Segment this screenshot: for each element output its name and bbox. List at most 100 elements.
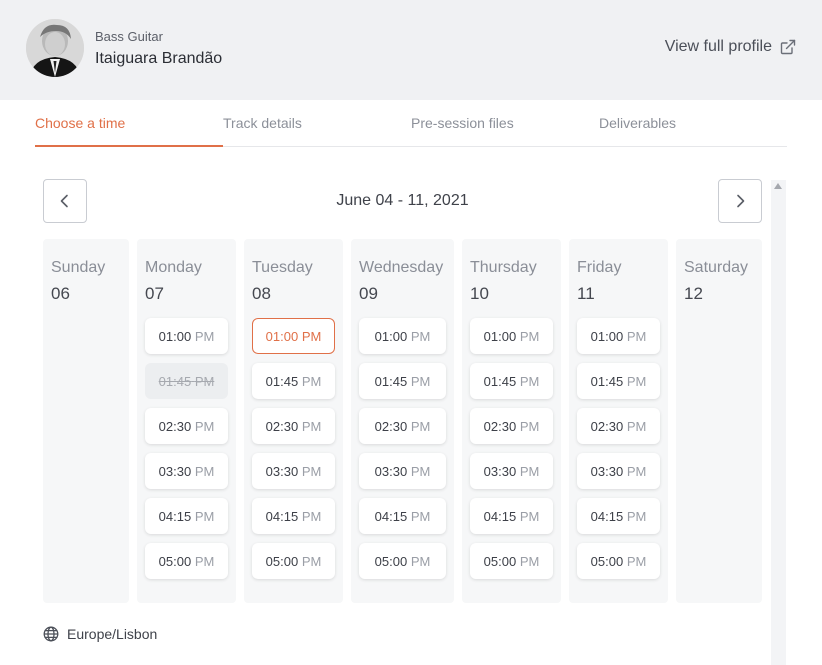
time-slot[interactable]: 05:00 PM xyxy=(470,543,553,579)
slot-time: 03:30 xyxy=(158,463,192,479)
slot-ampm: PM xyxy=(301,553,322,569)
slot-time: 03:30 xyxy=(265,463,299,479)
time-slot[interactable]: 03:30 PM xyxy=(470,453,553,489)
active-tab-indicator xyxy=(35,145,223,147)
slot-time: 05:00 xyxy=(158,553,192,569)
tab-track-details[interactable]: Track details xyxy=(223,115,302,131)
chevron-left-icon xyxy=(60,194,68,208)
slot-ampm: PM xyxy=(194,418,215,434)
slot-time: 01:45 xyxy=(374,373,408,389)
time-slot[interactable]: 02:30 PM xyxy=(359,408,446,444)
day-column-monday: Monday 07 01:00 PM 01:45 PM 02:30 PM 03:30 PM… xyxy=(137,239,236,603)
day-date: 06 xyxy=(51,284,70,303)
slot-ampm: PM xyxy=(519,328,540,344)
time-slot[interactable]: 01:00 PM xyxy=(470,318,553,354)
time-slot[interactable]: 03:30 PM xyxy=(577,453,660,489)
time-slot[interactable]: 02:30 PM xyxy=(470,408,553,444)
slot-time: 02:30 xyxy=(265,418,299,434)
slot-time: 05:00 xyxy=(374,553,408,569)
day-name: Thursday xyxy=(470,259,537,276)
slot-ampm: PM xyxy=(194,463,215,479)
slot-ampm: PM xyxy=(519,418,540,434)
slot-ampm: PM xyxy=(626,508,647,524)
slot-ampm: PM xyxy=(194,373,215,389)
time-slot-unavailable: 01:45 PM xyxy=(145,363,228,399)
time-slot[interactable]: 05:00 PM xyxy=(252,543,335,579)
slot-time: 05:00 xyxy=(590,553,624,569)
time-slot[interactable]: 03:30 PM xyxy=(252,453,335,489)
slot-time: 03:30 xyxy=(374,463,408,479)
day-column-wednesday: Wednesday 09 01:00 PM 01:45 PM 02:30 PM 03:30… xyxy=(351,239,454,603)
slot-time: 01:45 xyxy=(158,373,192,389)
tab-deliverables[interactable]: Deliverables xyxy=(599,115,676,131)
slot-time: 04:15 xyxy=(483,508,517,524)
day-column-saturday: Saturday 12 xyxy=(676,239,762,603)
slot-time: 01:00 xyxy=(590,328,624,344)
slot-time: 01:00 xyxy=(158,328,192,344)
day-date: 08 xyxy=(252,284,271,303)
time-slot[interactable]: 04:15 PM xyxy=(470,498,553,534)
day-column-sunday: Sunday 06 xyxy=(43,239,129,603)
slot-ampm: PM xyxy=(301,328,322,344)
time-slot[interactable]: 04:15 PM xyxy=(359,498,446,534)
time-slot[interactable]: 01:00 PM xyxy=(145,318,228,354)
time-slot-selected[interactable]: 01:00 PM xyxy=(252,318,335,354)
booking-tabs: Choose a time Track details Pre-session … xyxy=(35,100,787,147)
time-slot[interactable]: 02:30 PM xyxy=(577,408,660,444)
time-slot[interactable]: 05:00 PM xyxy=(145,543,228,579)
slot-time: 04:15 xyxy=(374,508,408,524)
time-slot[interactable]: 01:00 PM xyxy=(577,318,660,354)
tab-pre-session-files[interactable]: Pre-session files xyxy=(411,115,514,131)
slot-ampm: PM xyxy=(301,463,322,479)
slot-ampm: PM xyxy=(194,553,215,569)
slot-time: 02:30 xyxy=(483,418,517,434)
day-date: 10 xyxy=(470,284,489,303)
slot-ampm: PM xyxy=(194,508,215,524)
time-slot[interactable]: 01:00 PM xyxy=(359,318,446,354)
day-name: Sunday xyxy=(51,259,106,276)
day-name: Monday xyxy=(145,259,202,276)
scrollbar[interactable] xyxy=(771,180,786,665)
tab-choose-a-time[interactable]: Choose a time xyxy=(35,115,125,131)
slot-ampm: PM xyxy=(626,553,647,569)
time-slot[interactable]: 04:15 PM xyxy=(145,498,228,534)
previous-week-button[interactable] xyxy=(43,179,87,223)
profile-header: Bass Guitar Itaiguara Brandão View full … xyxy=(0,0,822,100)
musician-name: Itaiguara Brandão xyxy=(95,50,223,67)
slot-time: 02:30 xyxy=(374,418,408,434)
slot-ampm: PM xyxy=(626,328,647,344)
slot-time: 05:00 xyxy=(483,553,517,569)
time-slot[interactable]: 03:30 PM xyxy=(145,453,228,489)
slot-time: 01:00 xyxy=(374,328,408,344)
next-week-button[interactable] xyxy=(718,179,762,223)
slot-ampm: PM xyxy=(410,553,431,569)
time-slot[interactable]: 03:30 PM xyxy=(359,453,446,489)
view-full-profile-link[interactable]: View full profile xyxy=(665,38,796,56)
slot-ampm: PM xyxy=(410,373,431,389)
time-slot[interactable]: 01:45 PM xyxy=(577,363,660,399)
day-name: Tuesday xyxy=(252,259,313,276)
slot-time: 05:00 xyxy=(265,553,299,569)
slot-ampm: PM xyxy=(626,463,647,479)
day-column-thursday: Thursday 10 01:00 PM 01:45 PM 02:30 PM 03:30 … xyxy=(462,239,561,603)
time-slot[interactable]: 01:45 PM xyxy=(252,363,335,399)
time-slot[interactable]: 02:30 PM xyxy=(252,408,335,444)
slot-ampm: PM xyxy=(626,373,647,389)
slot-ampm: PM xyxy=(519,553,540,569)
timezone-selector[interactable]: Europe/Lisbon xyxy=(43,626,157,642)
slot-time: 03:30 xyxy=(483,463,517,479)
slot-time: 02:30 xyxy=(590,418,624,434)
slot-ampm: PM xyxy=(410,418,431,434)
time-slot[interactable]: 01:45 PM xyxy=(359,363,446,399)
slot-ampm: PM xyxy=(410,463,431,479)
time-slot[interactable]: 05:00 PM xyxy=(359,543,446,579)
slot-time: 02:30 xyxy=(158,418,192,434)
time-slot[interactable]: 04:15 PM xyxy=(577,498,660,534)
slot-time: 04:15 xyxy=(590,508,624,524)
scroll-up-arrow-icon[interactable] xyxy=(774,183,782,189)
view-full-profile-label: View full profile xyxy=(664,38,772,55)
time-slot[interactable]: 02:30 PM xyxy=(145,408,228,444)
time-slot[interactable]: 05:00 PM xyxy=(577,543,660,579)
time-slot[interactable]: 01:45 PM xyxy=(470,363,553,399)
time-slot[interactable]: 04:15 PM xyxy=(252,498,335,534)
